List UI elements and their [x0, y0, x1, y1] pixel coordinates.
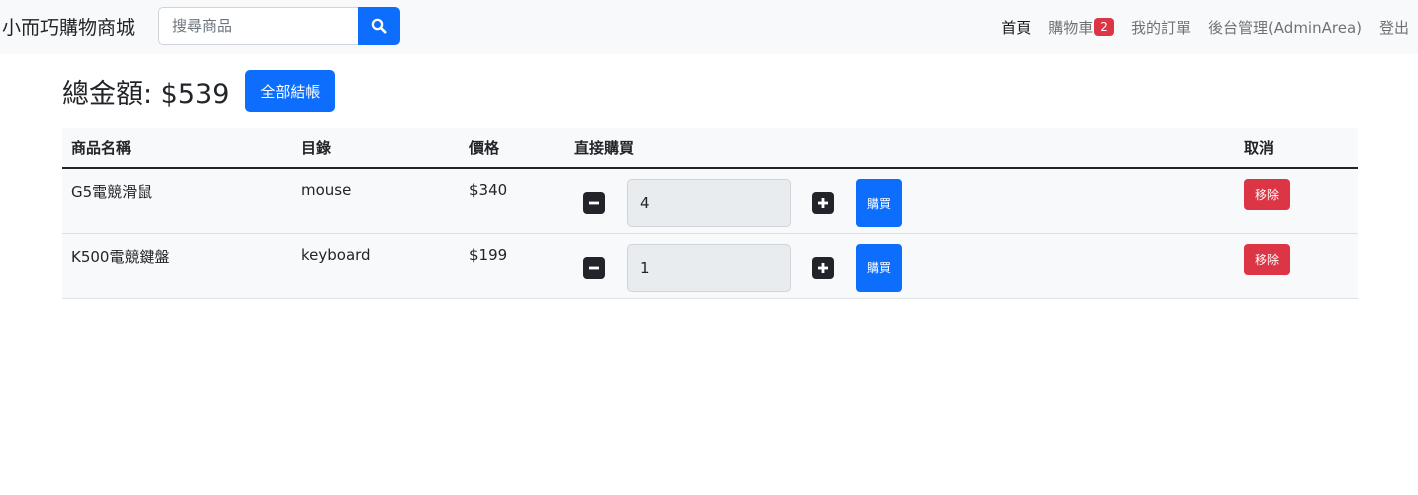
product-name: G5電競滑鼠 [62, 168, 292, 234]
cancel-cell: 移除 [1235, 168, 1358, 234]
search-input[interactable] [158, 7, 358, 45]
remove-button[interactable]: 移除 [1244, 243, 1290, 275]
increase-qty-button[interactable] [812, 256, 834, 279]
increase-qty-button[interactable] [812, 192, 834, 214]
nav-home[interactable]: 首頁 [1001, 17, 1031, 38]
minus-square-icon [589, 266, 599, 269]
product-category: mouse [292, 168, 460, 234]
product-name: K500電競鍵盤 [62, 233, 292, 299]
search-button[interactable] [358, 7, 400, 45]
table-row: G5電競滑鼠 mouse $340 購買 移除 [62, 168, 1358, 234]
buy-controls: 購買 [574, 243, 1226, 292]
navbar: 小而巧購物商城 首頁 購物車 2 我的訂單 後台管理(AdminArea) 登出 [0, 0, 1418, 54]
plus-square-icon [818, 198, 828, 208]
minus-square-icon [589, 201, 599, 205]
buy-button[interactable]: 購買 [856, 179, 902, 227]
header-name: 商品名稱 [62, 128, 292, 169]
nav-logout[interactable]: 登出 [1379, 17, 1409, 38]
buy-cell: 購買 [565, 168, 1235, 234]
product-price: $199 [460, 233, 565, 299]
quantity-field[interactable] [627, 179, 791, 227]
search-icon [371, 18, 387, 34]
search-bar [158, 7, 400, 45]
product-price: $340 [460, 168, 565, 234]
nav-cart[interactable]: 購物車 2 [1048, 17, 1114, 38]
nav-links: 首頁 購物車 2 我的訂單 後台管理(AdminArea) 登出 [984, 0, 1409, 54]
table-row: K500電競鍵盤 keyboard $199 購買 移除 [62, 233, 1358, 299]
nav-orders[interactable]: 我的訂單 [1131, 17, 1191, 38]
quantity-field[interactable] [627, 243, 791, 292]
header-buy: 直接購買 [565, 128, 1235, 169]
table-header-row: 商品名稱 目錄 價格 直接購買 取消 [62, 128, 1358, 169]
checkout-all-button[interactable]: 全部結帳 [245, 70, 336, 112]
buy-cell: 購買 [565, 233, 1235, 299]
decrease-qty-button[interactable] [583, 256, 605, 279]
buy-controls: 購買 [574, 179, 1226, 227]
decrease-qty-button[interactable] [583, 192, 605, 214]
buy-button[interactable]: 購買 [856, 243, 902, 292]
total-amount: 總金額: $539 [62, 78, 230, 110]
header-price: 價格 [460, 128, 565, 169]
brand-logo[interactable]: 小而巧購物商城 [2, 13, 135, 40]
total-row: 總金額: $539 全部結帳 [62, 70, 336, 112]
remove-button[interactable]: 移除 [1244, 179, 1290, 210]
product-category: keyboard [292, 233, 460, 299]
plus-square-icon [818, 262, 828, 273]
nav-cart-label: 購物車 [1048, 18, 1094, 37]
header-cancel: 取消 [1235, 128, 1358, 169]
header-category: 目錄 [292, 128, 460, 169]
cancel-cell: 移除 [1235, 233, 1358, 299]
cart-table: 商品名稱 目錄 價格 直接購買 取消 G5電競滑鼠 mouse $340 4 購… [62, 128, 1358, 299]
nav-admin[interactable]: 後台管理(AdminArea) [1208, 17, 1362, 38]
cart-count-badge: 2 [1094, 18, 1114, 36]
